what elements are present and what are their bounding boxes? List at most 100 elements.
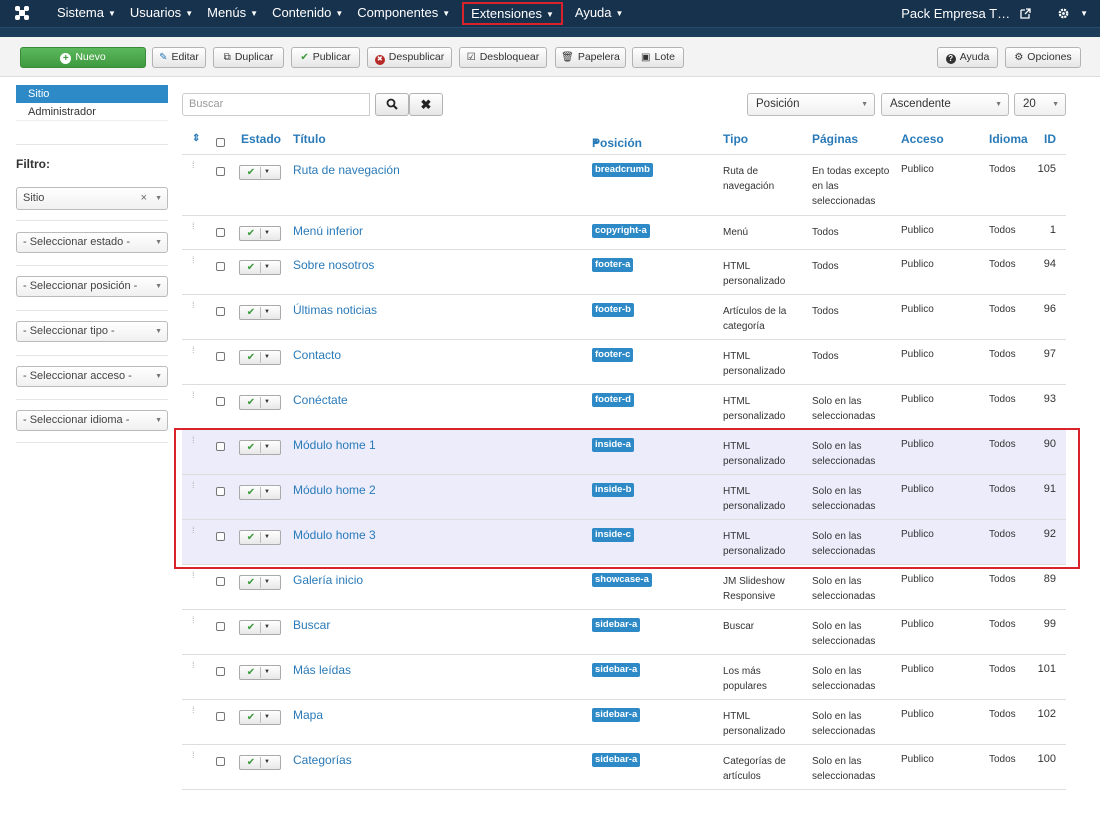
- drag-handle-icon[interactable]: ⁞: [192, 391, 195, 400]
- check-icon[interactable]: ✔: [242, 228, 261, 239]
- module-title-link[interactable]: Conéctate: [293, 393, 348, 407]
- menu-usuarios[interactable]: Usuarios ▼: [123, 0, 200, 27]
- joomla-logo-icon[interactable]: [14, 5, 30, 21]
- status-toggle[interactable]: ✔ ▼: [239, 665, 281, 680]
- row-checkbox[interactable]: [216, 667, 225, 676]
- type-filter-select[interactable]: - Seleccionar tipo - ▼: [16, 321, 168, 342]
- row-checkbox[interactable]: [216, 167, 225, 176]
- new-button[interactable]: + Nuevo: [20, 47, 146, 68]
- drag-handle-icon[interactable]: ⁞: [192, 751, 195, 760]
- caret-down-icon[interactable]: ▼: [264, 306, 270, 319]
- check-icon[interactable]: ✔: [242, 397, 261, 408]
- menu-contenido[interactable]: Contenido ▼: [265, 0, 350, 27]
- menu-extensiones[interactable]: Extensiones ▼: [462, 2, 563, 25]
- edit-button[interactable]: ✎ Editar: [152, 47, 206, 68]
- check-icon[interactable]: ✔: [242, 262, 261, 273]
- publish-button[interactable]: ✔ Publicar: [291, 47, 360, 68]
- duplicate-button[interactable]: ⧉ Duplicar: [213, 47, 284, 68]
- module-title-link[interactable]: Menú inferior: [293, 224, 363, 238]
- table-row[interactable]: ⁞ ✔ ▼ Últimas noticias footer-b Artículos de …: [182, 295, 1066, 340]
- drag-handle-icon[interactable]: ⁞: [192, 661, 195, 670]
- col-paginas[interactable]: Páginas: [812, 132, 858, 146]
- col-titulo[interactable]: Título: [293, 132, 326, 146]
- status-toggle[interactable]: ✔ ▼: [239, 350, 281, 365]
- status-toggle[interactable]: ✔ ▼: [239, 755, 281, 770]
- clear-search-button[interactable]: ✖: [409, 93, 443, 116]
- caret-down-icon[interactable]: ▼: [264, 711, 270, 724]
- check-icon[interactable]: ✔: [242, 577, 261, 588]
- select-all-checkbox[interactable]: [216, 138, 225, 147]
- language-filter-select[interactable]: - Seleccionar idioma - ▼: [16, 410, 168, 431]
- drag-handle-icon[interactable]: ⁞: [192, 301, 195, 310]
- col-estado[interactable]: Estado: [241, 132, 281, 146]
- check-icon[interactable]: ✔: [242, 757, 261, 768]
- drag-handle-icon[interactable]: ⁞: [192, 161, 195, 170]
- help-button[interactable]: ? Ayuda: [937, 47, 998, 68]
- options-button[interactable]: ⚙ Opciones: [1005, 47, 1081, 68]
- table-row[interactable]: ⁞ ✔ ▼ Menú inferior copyright-a Menú Todos Publ…: [182, 216, 1066, 250]
- table-row[interactable]: ⁞ ✔ ▼ Categorías sidebar-a Categorías de artí…: [182, 745, 1066, 790]
- caret-down-icon[interactable]: ▼: [264, 756, 270, 769]
- drag-handle-icon[interactable]: ⁞: [192, 222, 195, 231]
- module-title-link[interactable]: Ruta de navegación: [293, 163, 400, 177]
- access-filter-select[interactable]: - Seleccionar acceso - ▼: [16, 366, 168, 387]
- row-checkbox[interactable]: [216, 352, 225, 361]
- drag-handle-icon[interactable]: ⁞: [192, 256, 195, 265]
- module-title-link[interactable]: Mapa: [293, 708, 323, 722]
- check-icon[interactable]: ✔: [242, 712, 261, 723]
- table-row[interactable]: ⁞ ✔ ▼ Contacto footer-c HTML personalizado Tod…: [182, 340, 1066, 385]
- table-row[interactable]: ⁞ ✔ ▼ Mapa sidebar-a HTML personalizado Solo e…: [182, 700, 1066, 745]
- unpublish-button[interactable]: ✖ Despublicar: [367, 47, 452, 68]
- module-title-link[interactable]: Buscar: [293, 618, 330, 632]
- caret-down-icon[interactable]: ▼: [1080, 9, 1088, 18]
- col-acceso[interactable]: Acceso: [901, 132, 944, 146]
- col-idioma[interactable]: Idioma: [989, 132, 1028, 146]
- trash-button[interactable]: 🗑 Papelera: [555, 47, 626, 68]
- position-filter-select[interactable]: - Seleccionar posición - ▼: [16, 276, 168, 297]
- module-title-link[interactable]: Categorías: [293, 753, 352, 767]
- caret-down-icon[interactable]: ▼: [264, 666, 270, 679]
- client-filter-select[interactable]: Sitio × ▼: [16, 187, 168, 210]
- row-checkbox[interactable]: [216, 712, 225, 721]
- table-row[interactable]: ⁞ ✔ ▼ Conéctate footer-d HTML personalizado So…: [182, 385, 1066, 430]
- menu-ayuda[interactable]: Ayuda ▼: [568, 0, 631, 27]
- table-row[interactable]: ⁞ ✔ ▼ Ruta de navegación breadcrumb Ruta de n…: [182, 155, 1066, 216]
- caret-down-icon[interactable]: ▼: [264, 621, 270, 634]
- row-checkbox[interactable]: [216, 577, 225, 586]
- status-toggle[interactable]: ✔ ▼: [239, 710, 281, 725]
- row-checkbox[interactable]: [216, 307, 225, 316]
- caret-down-icon[interactable]: ▼: [264, 396, 270, 409]
- row-checkbox[interactable]: [216, 228, 225, 237]
- status-toggle[interactable]: ✔ ▼: [239, 165, 281, 180]
- clear-icon[interactable]: ×: [141, 188, 147, 209]
- search-button[interactable]: [375, 93, 409, 116]
- check-icon[interactable]: ✔: [242, 667, 261, 678]
- row-checkbox[interactable]: [216, 622, 225, 631]
- gear-icon[interactable]: [1057, 7, 1070, 20]
- batch-button[interactable]: ▣ Lote: [632, 47, 684, 68]
- row-checkbox[interactable]: [216, 757, 225, 766]
- row-checkbox[interactable]: [216, 262, 225, 271]
- site-link[interactable]: Pack Empresa T…: [901, 6, 1010, 21]
- module-title-link[interactable]: Más leídas: [293, 663, 351, 677]
- status-toggle[interactable]: ✔ ▼: [239, 260, 281, 275]
- drag-handle-icon[interactable]: ⁞: [192, 346, 195, 355]
- status-toggle[interactable]: ✔ ▼: [239, 395, 281, 410]
- table-row[interactable]: ⁞ ✔ ▼ Galería inicio showcase-a JM Slideshow …: [182, 565, 1066, 610]
- status-toggle[interactable]: ✔ ▼: [239, 575, 281, 590]
- table-row[interactable]: ⁞ ✔ ▼ Buscar sidebar-a Buscar Solo en las sele…: [182, 610, 1066, 655]
- check-icon[interactable]: ✔: [242, 622, 261, 633]
- caret-down-icon[interactable]: ▼: [264, 166, 270, 179]
- menu-componentes[interactable]: Componentes ▼: [350, 0, 457, 27]
- caret-down-icon[interactable]: ▼: [264, 351, 270, 364]
- menu-menus[interactable]: Menús ▼: [200, 0, 265, 27]
- table-row[interactable]: ⁞ ✔ ▼ Sobre nosotros footer-a HTML personaliz…: [182, 250, 1066, 295]
- caret-down-icon[interactable]: ▼: [264, 227, 270, 240]
- status-toggle[interactable]: ✔ ▼: [239, 226, 281, 241]
- table-row[interactable]: ⁞ ✔ ▼ Más leídas sidebar-a Los más populares S…: [182, 655, 1066, 700]
- caret-down-icon[interactable]: ▼: [264, 261, 270, 274]
- check-icon[interactable]: ✔: [242, 307, 261, 318]
- drag-handle-icon[interactable]: ⁞: [192, 571, 195, 580]
- sort-order-select[interactable]: Ascendente ▼: [881, 93, 1009, 116]
- col-posicion[interactable]: Posición ▲: [592, 132, 642, 150]
